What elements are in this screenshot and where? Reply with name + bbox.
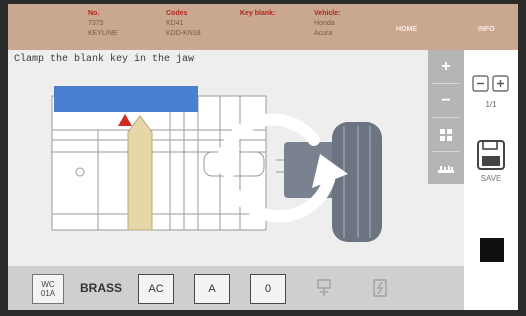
- header-value: 7375: [88, 20, 104, 27]
- instruction-text: Clamp the blank key in the jaw: [14, 54, 195, 65]
- zoom-in-button[interactable]: +: [428, 50, 464, 83]
- header-label: Key blank:: [240, 10, 276, 17]
- home-button[interactable]: HOME: [396, 26, 417, 33]
- zoom-out-button[interactable]: −: [428, 84, 464, 117]
- zoom-panel: + −: [428, 50, 464, 184]
- a-button[interactable]: A: [194, 274, 230, 304]
- header-value: Acura: [314, 30, 333, 37]
- key-blade: [54, 86, 198, 112]
- page-nav-icon[interactable]: [472, 74, 510, 94]
- screen: No. 7375 KEYLINE Codes KD41 KDD-KN18 Key…: [8, 4, 518, 310]
- zero-button[interactable]: 0: [250, 274, 286, 304]
- header-label: No.: [88, 10, 100, 17]
- zoom-out-icon: −: [441, 91, 451, 109]
- page-indicator: 1/1: [485, 100, 497, 109]
- cutter-icon: [317, 279, 331, 296]
- header-col-vehicle: Vehicle: Honda Acura: [314, 9, 340, 39]
- header-bar: No. 7375 KEYLINE Codes KD41 KDD-KN18 Key…: [8, 4, 518, 50]
- bottom-toolbar: WC 01A BRASS AC A 0: [8, 266, 464, 310]
- header-value: Honda: [314, 20, 335, 27]
- header-label: Codes: [166, 10, 188, 17]
- stop-button[interactable]: [480, 238, 504, 262]
- fit-screen-button[interactable]: [428, 118, 464, 151]
- save-label: SAVE: [480, 174, 502, 183]
- header-col-codes: Codes KD41 KDD-KN18: [166, 9, 201, 39]
- right-panel: 1/1 SAVE: [464, 50, 518, 310]
- header-col-number: No. 7375 KEYLINE: [88, 9, 118, 39]
- header-value: KD41: [166, 20, 184, 27]
- save-icon[interactable]: [474, 138, 508, 172]
- probe-button[interactable]: [364, 274, 398, 302]
- header-value: KEYLINE: [88, 30, 118, 37]
- cutter-button[interactable]: [308, 274, 342, 302]
- measure-button[interactable]: [428, 152, 464, 185]
- key-blank: [127, 115, 153, 231]
- material-button[interactable]: BRASS: [74, 274, 128, 302]
- header-col-key-blank: Key blank:: [240, 9, 275, 19]
- wc-line2: 01A: [40, 289, 56, 298]
- key-clamp-illustration: [51, 86, 382, 242]
- header-value: KDD-KN18: [166, 30, 201, 37]
- ac-button[interactable]: AC: [138, 274, 174, 304]
- wc-line1: WC: [41, 280, 55, 289]
- wc-code-button[interactable]: WC 01A: [32, 274, 64, 304]
- probe-icon: [373, 279, 387, 297]
- measure-icon: [438, 165, 454, 173]
- header-label: Vehicle:: [314, 10, 341, 17]
- fit-screen-icon: [440, 128, 452, 141]
- zoom-in-icon: +: [441, 57, 451, 75]
- info-button[interactable]: INFO: [478, 26, 495, 33]
